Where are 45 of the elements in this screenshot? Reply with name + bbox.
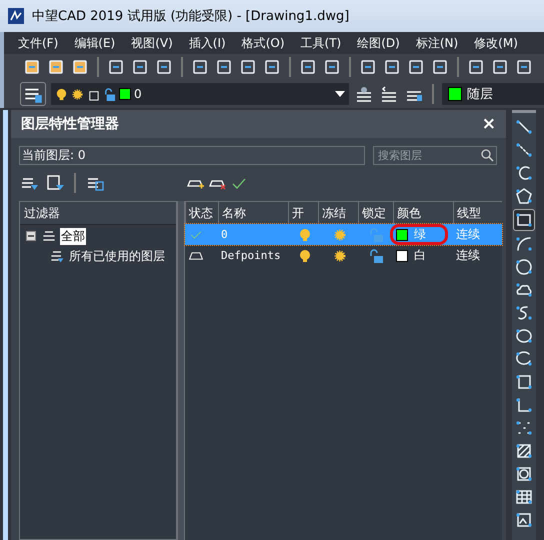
lightbulb-icon [55, 88, 68, 100]
pentagon-icon[interactable] [514, 186, 534, 206]
unlocked-icon [103, 88, 116, 100]
linetype: 连续 [455, 226, 481, 243]
menu-item[interactable]: 修改(M) [466, 34, 526, 52]
sun-icon [71, 88, 84, 100]
layer-previous-icon[interactable] [379, 84, 399, 104]
menu-item[interactable]: 工具(T) [292, 34, 350, 52]
caret-icon [335, 91, 345, 97]
layer-name: Defpoints [220, 248, 282, 264]
color-dropdown[interactable]: 随层 [442, 83, 544, 105]
tree-item[interactable]: 所有已使用的图层 [68, 248, 166, 264]
tree-item[interactable]: 全部 [60, 228, 86, 244]
layer-name: 0 [220, 227, 229, 243]
collapse-icon[interactable] [26, 231, 36, 241]
app-logo-icon [8, 8, 24, 24]
linetype: 连续 [455, 247, 481, 264]
close-button[interactable]: × [482, 114, 496, 134]
menu-item[interactable]: 编辑(E) [66, 34, 124, 52]
menu-item[interactable]: 绘图(D) [349, 34, 408, 52]
color-swatch[interactable] [396, 250, 408, 262]
menu-item[interactable]: 标注(N) [408, 34, 466, 52]
rectangle-icon[interactable] [513, 209, 535, 231]
color-name: 白 [414, 247, 426, 264]
menu-item[interactable]: 格式(O) [234, 34, 293, 52]
layer-dropdown[interactable]: 0 [51, 83, 349, 105]
menu-item[interactable]: 插入(I) [180, 34, 234, 52]
search-icon [480, 148, 494, 162]
circle-icon[interactable] [514, 257, 534, 277]
window-title: 中望CAD 2019 试用版 (功能受限) - [Drawing1.dwg] [32, 8, 350, 25]
color-name: 绿 [414, 226, 426, 243]
current-layer-label: 当前图层: 0 [19, 146, 365, 165]
unlocked-icon[interactable] [369, 248, 385, 262]
panel-title: 图层特性管理器 [21, 115, 119, 133]
layer-manager-icon[interactable] [20, 82, 46, 106]
layer-name: 0 [134, 87, 142, 101]
filter-heading: 过滤器 [20, 202, 176, 225]
layer-row[interactable]: Defpoints 白 连续 [185, 245, 502, 266]
layer-current-icon[interactable] [354, 84, 374, 104]
color-swatch[interactable] [396, 228, 408, 240]
color-label: 随层 [467, 86, 493, 103]
sun-icon[interactable] [332, 248, 348, 262]
menu-item[interactable]: 文件(F) [10, 34, 66, 52]
search-field[interactable]: 搜索图层 [373, 146, 497, 165]
menu-item[interactable]: 视图(V) [123, 34, 181, 52]
